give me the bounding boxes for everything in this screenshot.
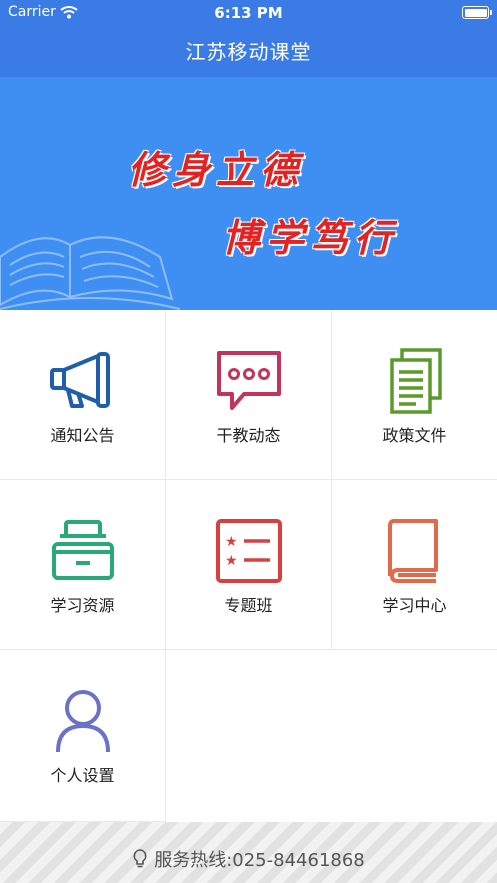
slogan-line-1: 修身立德 xyxy=(128,147,305,192)
hotline-text: 服务热线:025-84461868 xyxy=(154,850,365,871)
menu-label: 干教动态 xyxy=(216,426,281,445)
lightbulb-icon xyxy=(133,849,147,868)
menu-label: 个人设置 xyxy=(50,766,115,785)
menu-item-news[interactable]: 干教动态 xyxy=(166,310,332,480)
status-bar: Carrier 6:13 PM xyxy=(0,0,497,26)
menu-item-resources[interactable]: 学习资源 xyxy=(0,480,166,650)
svg-text:★: ★ xyxy=(225,534,238,550)
book-icon xyxy=(387,519,438,583)
menu-grid: 通知公告 干教动态 政策文件 学习资源 ★ ★ 专题班 学习中心 个人设置 xyxy=(0,310,497,822)
clock: 6:13 PM xyxy=(214,4,283,22)
menu-item-special-classes[interactable]: ★ ★ 专题班 xyxy=(166,480,332,650)
slogan-line-2: 博学笃行 xyxy=(222,215,399,260)
menu-label: 专题班 xyxy=(224,596,273,615)
starred-list-icon: ★ ★ xyxy=(215,519,282,583)
user-icon xyxy=(55,690,110,753)
menu-item-personal-settings[interactable]: 个人设置 xyxy=(0,650,166,822)
menu-label: 学习资源 xyxy=(50,596,115,615)
svg-text:★: ★ xyxy=(225,553,238,569)
menu-label: 学习中心 xyxy=(382,596,447,615)
menu-item-policies[interactable]: 政策文件 xyxy=(332,310,497,480)
battery-icon xyxy=(462,6,492,19)
app-title: 江苏移动课堂 xyxy=(185,40,312,64)
menu-label: 通知公告 xyxy=(50,426,115,445)
banner[interactable]: 修身立德 博学笃行 xyxy=(0,77,497,310)
hotline[interactable]: 服务热线:025-84461868 xyxy=(0,846,497,872)
menu-item-learning-center[interactable]: 学习中心 xyxy=(332,480,497,650)
menu-label: 政策文件 xyxy=(382,426,447,445)
chat-bubble-icon xyxy=(216,351,281,410)
megaphone-icon xyxy=(49,352,110,408)
menu-item-notices[interactable]: 通知公告 xyxy=(0,310,166,480)
footer: 服务热线:025-84461868 xyxy=(0,822,497,883)
open-book-icon xyxy=(0,236,180,310)
top-bar: Carrier 6:13 PM 江苏移动课堂 xyxy=(0,0,497,77)
documents-icon xyxy=(389,348,442,414)
archive-drawer-icon xyxy=(51,520,114,580)
